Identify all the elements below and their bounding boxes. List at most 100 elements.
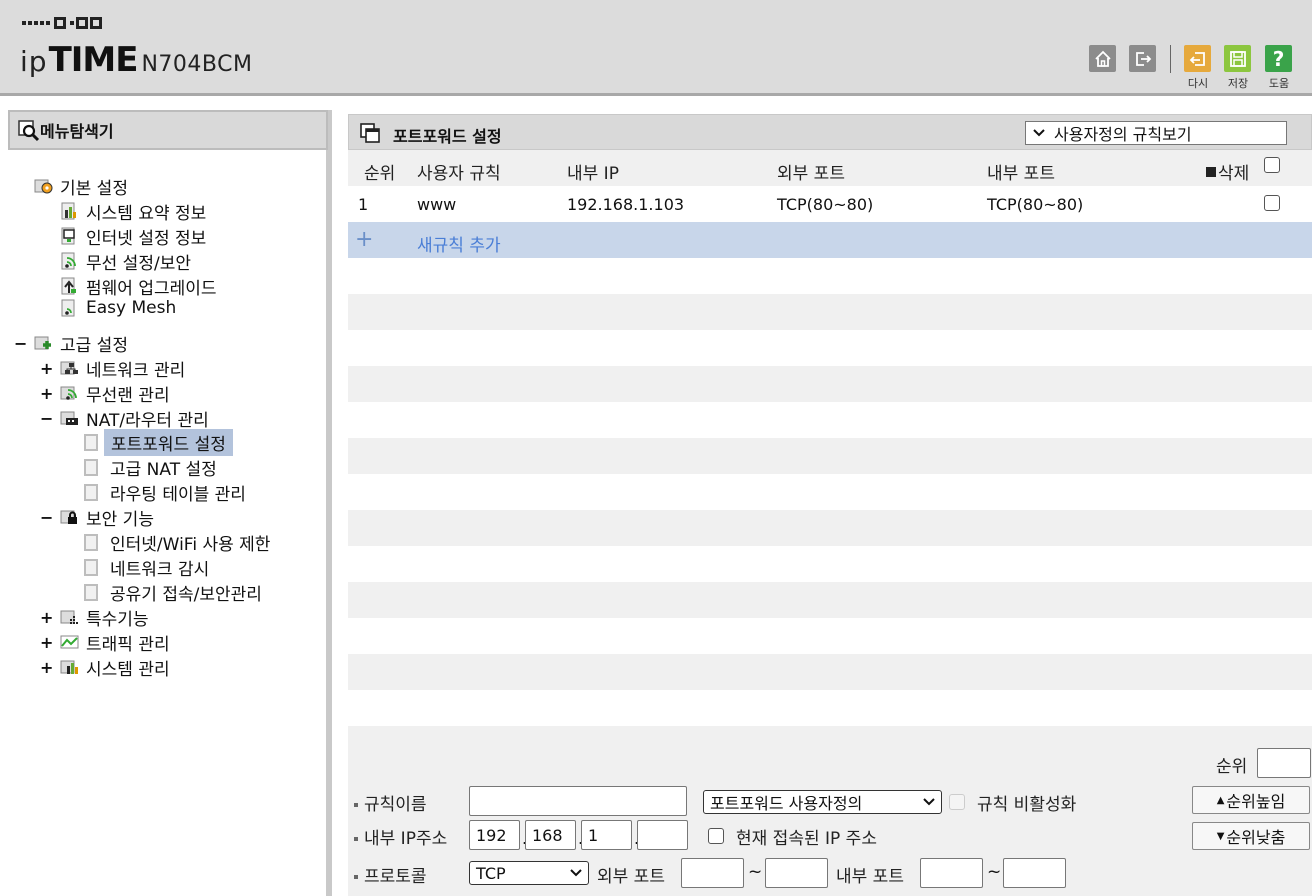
current-ip-checkbox[interactable] [708, 828, 724, 844]
main-panel: 포트포워드 설정 사용자정의 규칙보기 순위 사용자 규칙 내부 IP 외부 포… [348, 114, 1312, 896]
ip-octet-3[interactable]: 1 [581, 820, 632, 850]
external-port-end[interactable] [765, 858, 828, 888]
expand-icon[interactable]: + [40, 608, 53, 627]
rule-name-input[interactable] [469, 786, 687, 816]
expand-icon[interactable]: + [40, 384, 53, 403]
internal-port-label: 내부 포트 [836, 867, 904, 887]
expand-icon[interactable]: + [40, 359, 53, 378]
header-separator [1170, 45, 1171, 73]
internal-port-end[interactable] [1003, 858, 1066, 888]
empty-row [348, 726, 1312, 746]
empty-row [348, 366, 1312, 402]
tree-label: 네트워크 감시 [110, 559, 210, 580]
brand-prefix: ip [20, 45, 48, 78]
col-delete: 삭제 [1206, 159, 1249, 184]
current-ip-label: 현재 접속된 IP 주소 [736, 829, 877, 849]
tree-item-network-monitor[interactable]: 네트워크 감시 [84, 555, 215, 580]
tree-network-management[interactable]: + 네트워크 관리 [40, 356, 191, 381]
rule-name: www [417, 195, 457, 214]
tree-label: 특수기능 [86, 609, 149, 630]
bar-chart-icon [60, 657, 80, 677]
tree-item-easy-mesh[interactable]: Easy Mesh [60, 298, 182, 318]
tree-traffic-management[interactable]: + 트래픽 관리 [40, 630, 176, 655]
tree-item-system-summary[interactable]: 시스템 요약 정보 [60, 199, 212, 224]
rank-up-button[interactable]: ▲ 순위높임 [1192, 786, 1310, 814]
expand-icon[interactable]: + [40, 658, 53, 677]
expand-icon[interactable]: + [40, 633, 53, 652]
protocol-select[interactable]: TCP [469, 861, 589, 885]
search-icon [18, 120, 40, 142]
logout-icon [1135, 51, 1151, 66]
home-button[interactable] [1089, 45, 1116, 72]
wifi-folder-icon [60, 383, 80, 403]
rank-input[interactable] [1257, 748, 1311, 778]
rule-type-select[interactable]: 포트포워드 사용자정의 [703, 790, 942, 814]
logout-button[interactable] [1129, 45, 1156, 72]
wifi-icon [60, 251, 80, 271]
triangle-up-icon: ▲ [1216, 794, 1225, 806]
tree-advanced-settings[interactable]: − 고급 설정 [14, 331, 134, 356]
rule-rank: 1 [358, 195, 369, 214]
empty-row [348, 618, 1312, 654]
table-row[interactable]: 1 www 192.168.1.103 TCP(80~80) TCP(80~80… [348, 186, 1312, 222]
empty-row [348, 294, 1312, 330]
refresh-icon [1189, 51, 1205, 66]
tree-item-routing-table[interactable]: 라우팅 테이블 관리 [84, 480, 252, 505]
select-all-checkbox[interactable] [1264, 157, 1280, 173]
empty-row [348, 510, 1312, 546]
ip-octet-4[interactable] [637, 820, 688, 850]
tree-item-internet-restriction[interactable]: 인터넷/WiFi 사용 제한 [84, 530, 276, 555]
tree-item-port-forward[interactable]: 포트포워드 설정 [84, 428, 233, 456]
tree-item-wireless-security[interactable]: 무선 설정/보안 [60, 249, 197, 274]
rule-internal-ip: 192.168.1.103 [567, 195, 685, 214]
rule-delete-checkbox[interactable] [1264, 195, 1280, 211]
add-rule-row[interactable]: + 새규칙 추가 [348, 222, 1312, 258]
tree-item-router-access[interactable]: 공유기 접속/보안관리 [84, 580, 268, 605]
help-button[interactable]: ? [1265, 45, 1292, 72]
disable-rule-label: 규칙 비활성화 [977, 795, 1077, 815]
col-delete-label: 삭제 [1218, 164, 1250, 184]
rank-up-label: 순위높임 [1226, 792, 1286, 811]
rule-view-value: 사용자정의 규칙보기 [1054, 125, 1192, 144]
tree-basic-settings[interactable]: 기본 설정 [34, 174, 134, 199]
empty-row [348, 654, 1312, 690]
tree-label: 공유기 접속/보안관리 [110, 584, 262, 605]
menu-explorer-title: 메뉴탐색기 [40, 122, 114, 141]
tree-wireless-management[interactable]: + 무선랜 관리 [40, 381, 176, 406]
tree-nat-router[interactable]: − NAT/라우터 관리 [40, 406, 215, 431]
refresh-caption: 다시 [1187, 77, 1209, 90]
ip-octet-1[interactable]: 192 [469, 820, 520, 850]
collapse-icon[interactable]: − [40, 508, 53, 527]
tree-security[interactable]: − 보안 기능 [40, 505, 160, 530]
empty-row [348, 402, 1312, 438]
tree-system-management[interactable]: + 시스템 관리 [40, 655, 176, 680]
rule-view-select[interactable]: 사용자정의 규칙보기 [1025, 121, 1287, 145]
save-button[interactable] [1224, 45, 1251, 72]
tree-item-internet-info[interactable]: 인터넷 설정 정보 [60, 224, 212, 249]
col-external-port: 외부 포트 [777, 164, 845, 184]
triangle-down-icon: ▼ [1216, 830, 1225, 842]
protocol-value: TCP [476, 863, 506, 883]
tree-special-functions[interactable]: + 특수기능 [40, 605, 155, 630]
tree-item-firmware-upgrade[interactable]: 펌웨어 업그레이드 [60, 274, 223, 299]
folder-plus-icon [34, 333, 54, 353]
empty-row [348, 474, 1312, 510]
tree-item-advanced-nat[interactable]: 고급 NAT 설정 [84, 455, 223, 480]
page-icon [84, 433, 98, 451]
external-port-start[interactable] [681, 858, 744, 888]
collapse-icon[interactable]: − [40, 409, 53, 428]
logo-dots [22, 17, 102, 29]
internal-port-start[interactable] [920, 858, 983, 888]
collapse-icon[interactable]: − [14, 334, 27, 353]
refresh-button[interactable] [1184, 45, 1211, 72]
disable-rule-checkbox[interactable] [949, 794, 965, 810]
plus-icon: + [355, 227, 374, 252]
add-rule-label: 새규칙 추가 [417, 236, 501, 256]
rule-name-label: 규칙이름 [354, 790, 427, 815]
ip-octet-2[interactable]: 168 [525, 820, 576, 850]
rank-down-button[interactable]: ▼ 순위낮춤 [1192, 822, 1310, 850]
minus-icon [1206, 166, 1216, 177]
upload-icon [60, 276, 80, 296]
tree-label: 트래픽 관리 [86, 634, 170, 655]
empty-row [348, 258, 1312, 294]
